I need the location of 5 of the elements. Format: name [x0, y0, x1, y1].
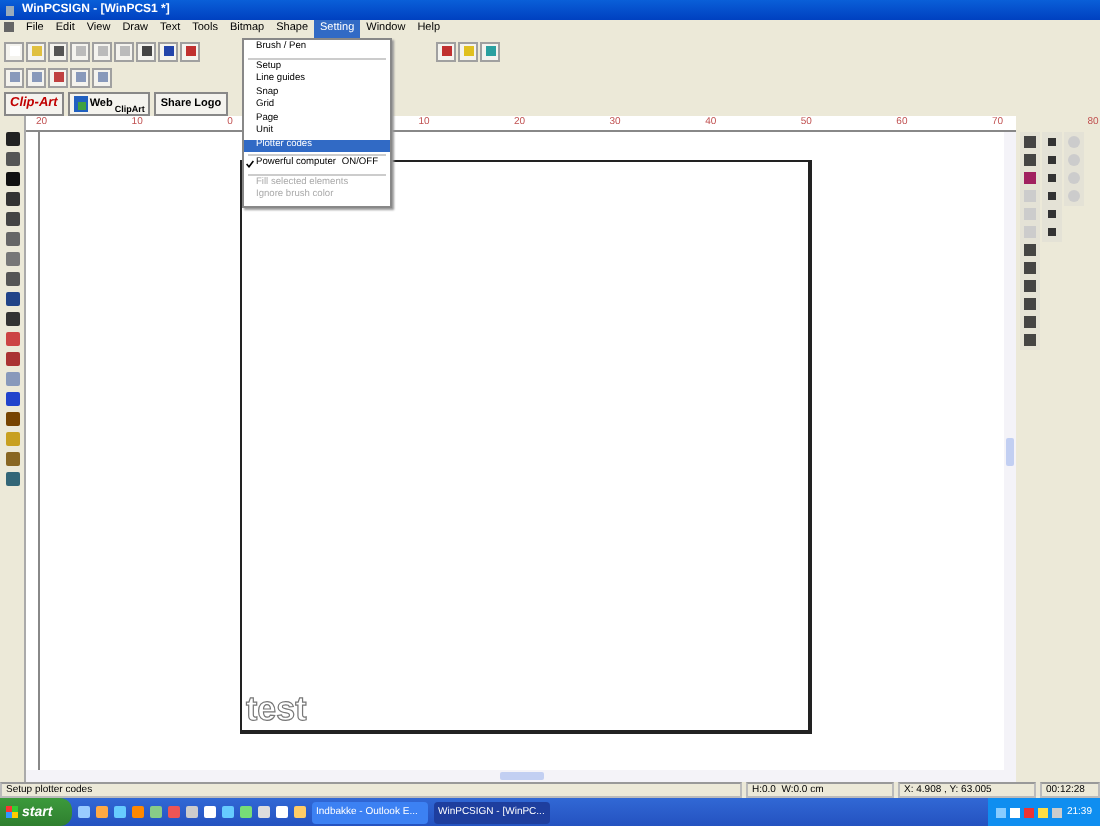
circle-icon — [1066, 134, 1082, 150]
horizontal-scrollbar[interactable] — [26, 770, 1016, 782]
windows-logo-icon — [6, 806, 18, 818]
canvas-text: test — [246, 692, 307, 726]
vertical-scrollbar[interactable] — [1004, 132, 1016, 770]
